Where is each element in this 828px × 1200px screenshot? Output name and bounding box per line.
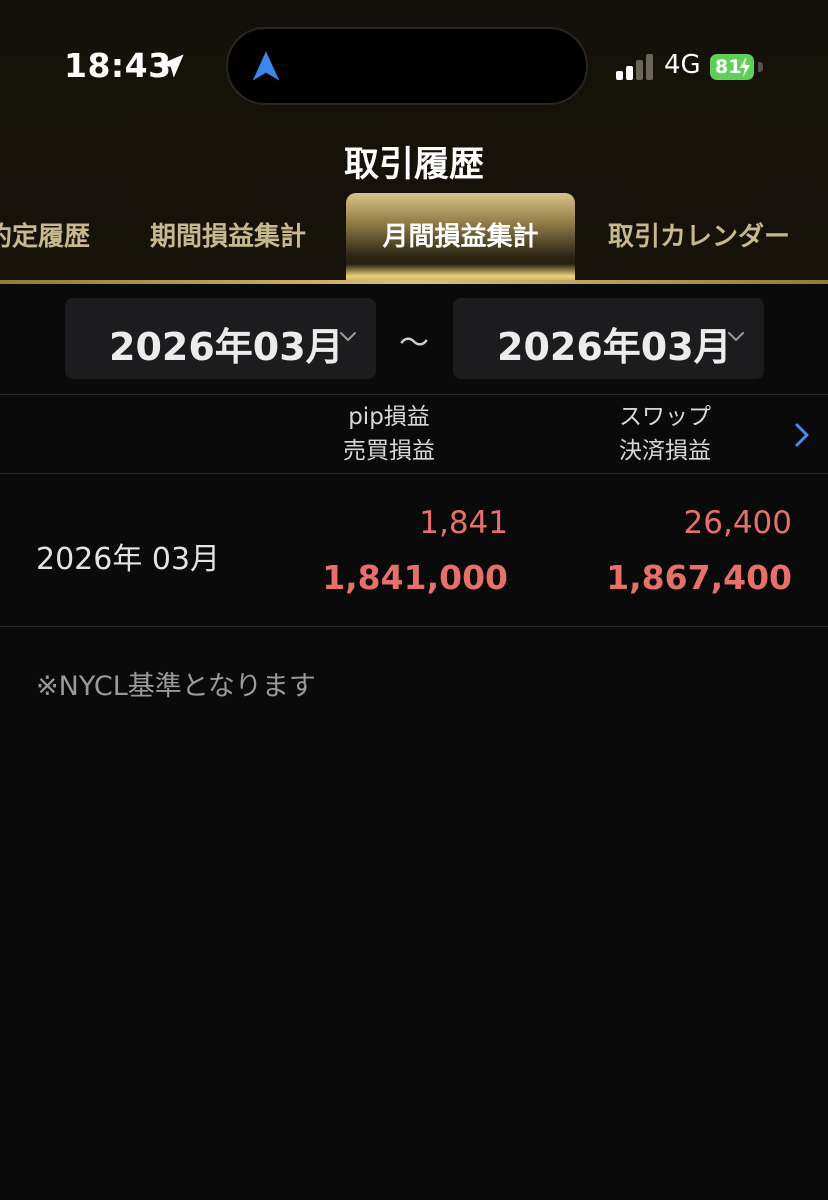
column-header-swap-settlement: スワップ 決済損益: [565, 400, 765, 468]
footnote: ※NYCL基準となります: [36, 671, 316, 702]
tab-underline: [0, 280, 828, 284]
app-screen: 18:43 4G 81 取引履歴 約定履歴 期間損益集計 月間損益集計 取引カレ…: [0, 0, 828, 1200]
tab-trade-calendar[interactable]: 取引カレンダー: [608, 216, 790, 253]
tab-monthly-pl[interactable]: 月間損益集計: [346, 216, 575, 253]
tab-execution-history[interactable]: 約定履歴: [0, 216, 90, 253]
chevron-down-icon: [728, 332, 744, 341]
trade-pl-value: 1,841,000: [322, 558, 508, 597]
chevron-down-icon: [340, 332, 356, 341]
column-header-trade-pl: 売買損益: [343, 438, 435, 464]
from-month-select[interactable]: 2026年03月: [65, 298, 376, 379]
pip-value: 1,841: [419, 505, 508, 541]
status-time: 18:43: [64, 46, 172, 85]
range-separator: ～: [399, 326, 429, 361]
column-header-pip-trade: pip損益 売買損益: [289, 400, 489, 468]
column-header-settlement-pl: 決済損益: [619, 438, 711, 464]
divider: [0, 473, 828, 474]
location-arrow-icon: [160, 54, 184, 78]
battery-icon: 81: [710, 54, 754, 80]
swap-value: 26,400: [683, 505, 792, 541]
row-period: 2026年 03月: [36, 542, 221, 577]
navigation-icon: [252, 51, 280, 81]
chevron-right-icon[interactable]: [793, 422, 811, 448]
to-month-value: 2026年03月: [497, 325, 732, 369]
column-header-pip: pip損益: [348, 404, 430, 430]
page-title: 取引履歴: [343, 145, 484, 185]
from-month-value: 2026年03月: [109, 325, 344, 369]
battery-level: 81: [715, 56, 742, 78]
tab-period-pl[interactable]: 期間損益集計: [150, 216, 306, 253]
divider: [0, 394, 828, 395]
charging-bolt-icon: [740, 57, 750, 77]
network-type: 4G: [664, 50, 701, 80]
signal-icon: [616, 54, 653, 80]
battery-cap: [758, 62, 763, 72]
column-header-swap: スワップ: [619, 404, 711, 430]
to-month-select[interactable]: 2026年03月: [453, 298, 764, 379]
divider: [0, 626, 828, 627]
settlement-pl-value: 1,867,400: [606, 558, 792, 597]
